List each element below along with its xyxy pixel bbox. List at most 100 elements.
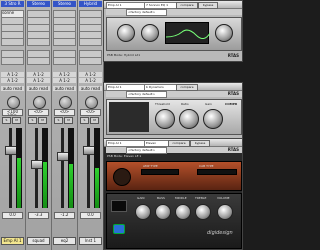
threshold-dial[interactable] <box>155 109 175 129</box>
send-slot-2[interactable] <box>53 57 76 65</box>
volume-readout: 0.0 <box>2 212 23 219</box>
plugin-titlebar: Emp AI 1 Eleven compare bypass <box>104 139 242 147</box>
gain-dial[interactable] <box>203 109 223 129</box>
plugin-mode-label: PSB Mode: Eleven LE 1 <box>107 154 142 158</box>
track-name[interactable]: squad <box>27 237 50 245</box>
bypass-button[interactable]: bypass <box>190 140 210 147</box>
output-dial[interactable] <box>215 24 233 42</box>
solo-button[interactable]: S <box>2 117 11 124</box>
pan-knob[interactable] <box>59 96 72 109</box>
insert-slot-5[interactable] <box>79 38 102 46</box>
brand-logo: digidesign <box>207 230 233 236</box>
channel-header[interactable]: Stereo <box>53 1 76 7</box>
track-selector[interactable]: Emp AI 1 <box>106 2 145 9</box>
pan-knob[interactable] <box>33 96 46 109</box>
rtas-label: RTAS <box>227 91 239 96</box>
middle-label: MIDDLE <box>175 196 187 200</box>
input-selector[interactable]: A 1-2 <box>53 72 76 77</box>
send-slot-2[interactable] <box>1 57 24 65</box>
volume-knob[interactable] <box>217 204 233 220</box>
input-selector[interactable]: A 1-2 <box>79 72 102 77</box>
mute-button[interactable]: M <box>12 117 21 124</box>
send-slot-2[interactable] <box>79 57 102 65</box>
compare-button[interactable]: compare <box>176 84 198 91</box>
cab-type-selector[interactable] <box>197 169 237 175</box>
bass-label: BASS <box>157 196 165 200</box>
channel-header[interactable]: 3 Stro R <box>1 1 24 7</box>
eq-freq-dial[interactable] <box>141 24 159 42</box>
insert-slot-5[interactable] <box>53 38 76 46</box>
ratio-dial[interactable] <box>179 109 199 129</box>
speaker-icon <box>113 168 131 186</box>
channel-strip-2: Stereo A 1-2 A 1-2 auto read <0> S M -3.… <box>26 0 52 250</box>
preset-selector[interactable]: <factory default> <box>126 91 167 98</box>
amp-header-panel: AMP TYPE CAB TYPE <box>106 161 242 191</box>
eq-gain-dial[interactable] <box>117 24 135 42</box>
mute-button[interactable]: M <box>90 117 99 124</box>
gain-knob[interactable] <box>135 204 151 220</box>
middle-knob[interactable] <box>175 204 191 220</box>
pan-readout: <100 100> <box>2 109 23 116</box>
fader-track <box>61 128 64 208</box>
automation-mode[interactable]: auto read <box>27 86 50 91</box>
output-selector[interactable]: A 1-2 <box>79 78 102 83</box>
track-name[interactable]: eq2 <box>53 237 76 245</box>
compare-button[interactable]: compare <box>176 2 198 9</box>
output-selector[interactable]: A 1-2 <box>1 78 24 83</box>
eq-panel <box>106 17 242 51</box>
mute-button[interactable]: M <box>64 117 73 124</box>
solo-button[interactable]: S <box>80 117 89 124</box>
amp-type-selector[interactable] <box>141 169 179 175</box>
track-name[interactable]: lnst 1 <box>79 237 102 245</box>
insert-slot-5[interactable] <box>27 38 50 46</box>
track-name[interactable]: Emp AI 1 <box>1 237 24 245</box>
bypass-button[interactable]: bypass <box>198 2 218 9</box>
mix-window: 3 Stro R sonne A 1-2 A 1-2 auto read <10… <box>0 0 104 250</box>
gain-label: Gain <box>205 102 212 106</box>
insert-slot-5[interactable] <box>1 38 24 46</box>
meter-fill <box>69 164 73 208</box>
pan-knob[interactable] <box>85 96 98 109</box>
tuner-icon[interactable] <box>113 224 125 234</box>
track-selector[interactable]: Emp AI 1 <box>106 84 145 91</box>
eq-display <box>165 22 211 44</box>
dynamics-plugin-window: Emp AI 1 b Dynamics compare <factory def… <box>103 82 243 140</box>
solo-button[interactable]: S <box>54 117 63 124</box>
solo-button[interactable]: S <box>28 117 37 124</box>
gain-label: GAIN <box>137 196 145 200</box>
insert-selector[interactable]: 7 Sonnox EQ 1 <box>144 2 177 9</box>
pan-readout: <0> <box>28 109 49 116</box>
pan-knob[interactable] <box>7 96 20 109</box>
amp-control-panel: GAIN BASS MIDDLE TREBLE VOLUME digidesig… <box>106 193 242 249</box>
automation-mode[interactable]: auto read <box>1 86 24 91</box>
power-switch[interactable] <box>111 200 127 212</box>
level-meter <box>94 128 100 208</box>
output-selector[interactable]: A 1-2 <box>27 78 50 83</box>
compare-button[interactable]: compare <box>168 140 190 147</box>
automation-mode[interactable]: auto read <box>53 86 76 91</box>
channel-strip-1: 3 Stro R sonne A 1-2 A 1-2 auto read <10… <box>0 0 26 250</box>
volume-readout: 0.0 <box>80 212 101 219</box>
bass-knob[interactable] <box>155 204 171 220</box>
input-selector[interactable]: A 1-2 <box>1 72 24 77</box>
channel-header[interactable]: Stereo <box>27 1 50 7</box>
channel-strip-4: Hybrid A 1-2 A 1-2 auto read <0> S M 0.0… <box>78 0 104 250</box>
insert-selector[interactable]: Eleven <box>144 140 169 147</box>
insert-selector[interactable]: b Dynamics <box>144 84 177 91</box>
mute-button[interactable]: M <box>38 117 47 124</box>
track-selector[interactable]: Emp AI 1 <box>106 140 145 147</box>
treble-knob[interactable] <box>195 204 211 220</box>
fader-track <box>87 128 90 208</box>
send-slot-2[interactable] <box>27 57 50 65</box>
preset-bar: <factory default> RTAS <box>106 147 242 154</box>
level-meter <box>16 128 22 208</box>
eq-curve <box>165 29 211 39</box>
preset-selector[interactable]: <factory default> <box>126 9 167 16</box>
channel-header[interactable]: Hybrid <box>79 1 102 7</box>
plugin-titlebar: Emp AI 1 7 Sonnox EQ 1 compare bypass <box>104 1 242 9</box>
output-selector[interactable]: A 1-2 <box>53 78 76 83</box>
automation-mode[interactable]: auto read <box>79 86 102 91</box>
plugin-mode-label: PSB Mode: Hybrid Ld1 <box>107 53 141 57</box>
preset-selector[interactable]: <factory default> <box>126 147 167 154</box>
input-selector[interactable]: A 1-2 <box>27 72 50 77</box>
